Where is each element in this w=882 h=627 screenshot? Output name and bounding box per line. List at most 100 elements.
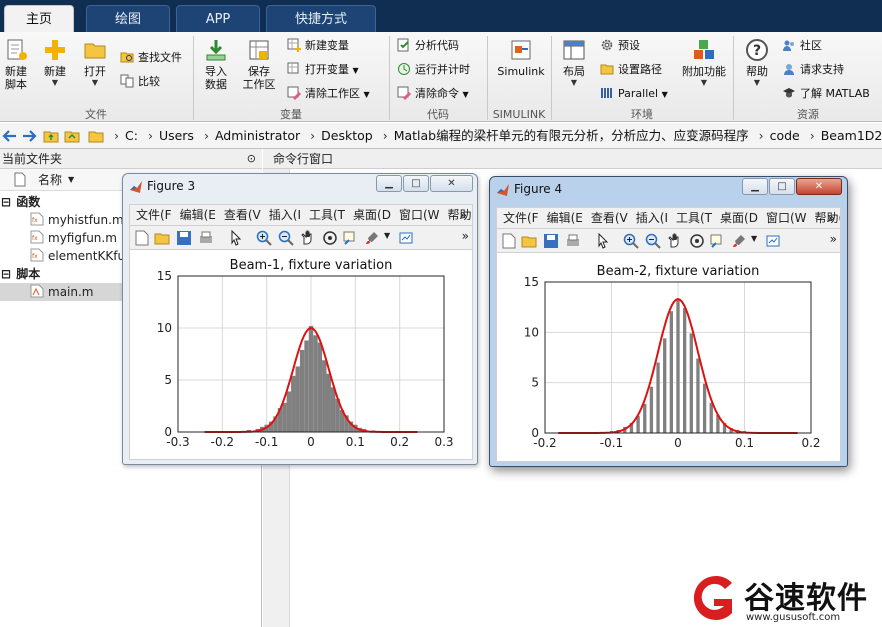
new-script-button[interactable]: 新建 脚本 — [2, 38, 30, 91]
menu-tools[interactable]: 工具(T — [309, 205, 345, 225]
menu-tools[interactable]: 工具(T — [676, 208, 712, 228]
parallel-button[interactable]: Parallel ▼ — [600, 86, 668, 102]
open-button[interactable]: 打开 ▼ — [80, 38, 110, 87]
layout-button[interactable]: 布局 ▼ — [558, 38, 590, 87]
breadcrumb-item[interactable]: Beam1D2Nod — [821, 128, 882, 143]
menu-edit[interactable]: 编辑(E — [180, 205, 216, 225]
toolbar-overflow-icon[interactable]: » — [462, 229, 469, 243]
save-icon[interactable] — [176, 230, 192, 246]
chevron-down-icon[interactable]: ▼ — [751, 234, 757, 243]
figure-3-axes-area[interactable]: Beam-1, fixture variation -0.3 -0.2 -0.1 0 0.… — [129, 250, 473, 460]
data-cursor-icon[interactable] — [709, 233, 725, 249]
menu-desktop[interactable]: 桌面(D — [720, 208, 758, 228]
sort-down-icon[interactable]: ▼ — [68, 169, 74, 191]
clear-workspace-button[interactable]: 清除工作区 ▼ — [287, 86, 370, 102]
pan-hand-icon[interactable] — [300, 230, 316, 246]
analyze-icon — [397, 38, 409, 52]
rotate-3d-icon[interactable] — [689, 233, 705, 249]
close-button[interactable]: ✕ — [796, 178, 842, 195]
open-folder-icon[interactable] — [154, 230, 170, 246]
open-folder-icon[interactable] — [521, 233, 537, 249]
maximize-button[interactable]: □ — [769, 178, 795, 195]
panel-menu-icon[interactable]: ⊙ — [247, 149, 256, 169]
link-plot-icon[interactable] — [765, 233, 781, 249]
find-files-button[interactable]: 查找文件 — [120, 50, 182, 65]
analyze-code-button[interactable]: 分析代码 — [397, 38, 459, 53]
community-button[interactable]: 社区 — [782, 38, 822, 53]
figure-4-axes-area[interactable]: Beam-2, fixture variation -0.2 -0.1 0 0.1 0.2… — [496, 253, 841, 462]
close-button[interactable]: ✕ — [430, 175, 473, 192]
menu-file[interactable]: 文件(F — [503, 208, 539, 228]
breadcrumb-item[interactable]: Desktop — [321, 128, 373, 143]
compare-button[interactable]: 比较 — [120, 74, 160, 89]
new-button[interactable]: 新建 ▼ — [38, 38, 72, 87]
menu-edit[interactable]: 编辑(E — [547, 208, 583, 228]
menu-view[interactable]: 查看(V — [224, 205, 261, 225]
collapse-icon[interactable]: ⊟ — [0, 265, 12, 283]
breadcrumb-item[interactable]: Matlab编程的梁杆单元的有限元分析，分析应力、应变源码程序 — [394, 128, 749, 143]
link-plot-icon[interactable] — [398, 230, 414, 246]
set-path-button[interactable]: 设置路径 — [600, 62, 662, 77]
tab-apps[interactable]: APP — [176, 5, 260, 32]
run-and-time-button[interactable]: 运行并计时 — [397, 62, 470, 77]
learn-matlab-button[interactable]: 了解 MATLAB — [782, 86, 870, 101]
chevron-down-icon[interactable]: ▼ — [384, 231, 390, 240]
simulink-icon — [511, 40, 531, 60]
brush-icon[interactable] — [731, 233, 747, 249]
zoom-out-icon[interactable] — [645, 233, 661, 249]
preferences-button[interactable]: 预设 — [600, 38, 640, 53]
menu-overflow-icon[interactable]: » — [460, 205, 467, 225]
pointer-icon[interactable] — [595, 233, 611, 249]
breadcrumb-item[interactable]: code — [770, 128, 800, 143]
minimize-button[interactable]: ▁ — [376, 175, 402, 192]
menu-desktop[interactable]: 桌面(D — [353, 205, 391, 225]
tab-plots[interactable]: 绘图 — [86, 5, 170, 32]
simulink-button[interactable]: Simulink — [494, 38, 548, 78]
breadcrumb-item[interactable]: Users — [159, 128, 194, 143]
figure-3-window[interactable]: Figure 3 ▁ □ ✕ 文件(F 编辑(E 查看(V 插入(I 工具(T 桌面(D 窗… — [122, 173, 478, 465]
up-folder-icon[interactable] — [43, 128, 59, 144]
back-arrow-icon[interactable] — [2, 128, 18, 144]
help-button[interactable]: ? 帮助 ▼ — [740, 38, 774, 87]
minimize-button[interactable]: ▁ — [742, 178, 768, 195]
zoom-in-icon[interactable] — [256, 230, 272, 246]
chevron-down-icon: ▼ — [661, 90, 668, 99]
addons-button[interactable]: 附加功能 ▼ — [680, 38, 728, 87]
tab-home[interactable]: 主页 — [4, 5, 74, 32]
forward-arrow-icon[interactable] — [21, 128, 37, 144]
data-cursor-icon[interactable] — [342, 230, 358, 246]
new-variable-button[interactable]: 新建变量 — [287, 38, 349, 53]
toolbar-overflow-icon[interactable]: » — [830, 232, 837, 246]
brush-icon[interactable] — [364, 230, 380, 246]
menu-insert[interactable]: 插入(I — [269, 205, 301, 225]
clear-commands-button[interactable]: 清除命令 ▼ — [397, 86, 469, 102]
browse-folder-icon[interactable] — [64, 128, 80, 144]
breadcrumb-item[interactable]: C: — [125, 128, 138, 143]
menu-overflow-icon[interactable]: » — [828, 208, 835, 228]
menu-insert[interactable]: 插入(I — [636, 208, 668, 228]
breadcrumb-item[interactable]: Administrator — [215, 128, 300, 143]
collapse-icon[interactable]: ⊟ — [0, 193, 12, 211]
zoom-out-icon[interactable] — [278, 230, 294, 246]
maximize-button[interactable]: □ — [403, 175, 429, 192]
name-column-header[interactable]: 名称 — [38, 169, 62, 191]
print-icon[interactable] — [198, 230, 214, 246]
print-icon[interactable] — [565, 233, 581, 249]
tab-shortcuts[interactable]: 快捷方式 — [266, 5, 376, 32]
save-icon[interactable] — [543, 233, 559, 249]
menu-window[interactable]: 窗口(W — [766, 208, 807, 228]
open-variable-button[interactable]: 打开变量 ▼ — [287, 62, 359, 78]
save-workspace-button[interactable]: 保存 工作区 — [238, 38, 280, 91]
menu-file[interactable]: 文件(F — [136, 205, 172, 225]
menu-view[interactable]: 查看(V — [591, 208, 628, 228]
pan-hand-icon[interactable] — [667, 233, 683, 249]
zoom-in-icon[interactable] — [623, 233, 639, 249]
request-support-button[interactable]: 请求支持 — [782, 62, 844, 77]
menu-window[interactable]: 窗口(W — [399, 205, 440, 225]
new-figure-icon[interactable] — [134, 230, 150, 246]
figure-4-window[interactable]: Figure 4 ▁ □ ✕ 文件(F 编辑(E 查看(V 插入(I 工具(T 桌面(D 窗… — [489, 176, 848, 467]
import-data-button[interactable]: 导入 数据 — [198, 38, 234, 91]
new-figure-icon[interactable] — [501, 233, 517, 249]
pointer-icon[interactable] — [228, 230, 244, 246]
rotate-3d-icon[interactable] — [322, 230, 338, 246]
